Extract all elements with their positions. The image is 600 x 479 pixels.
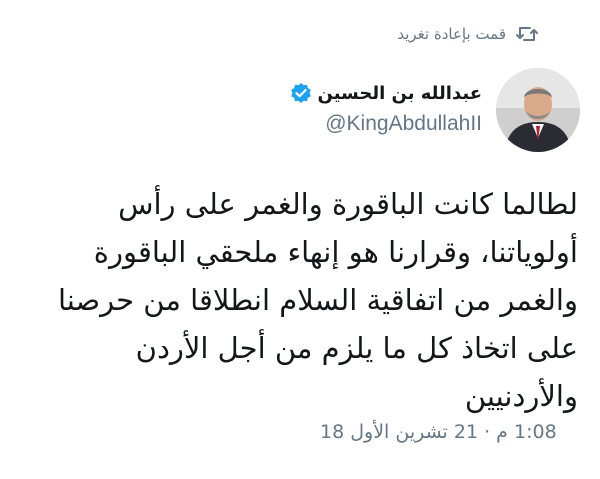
tweet-timestamp[interactable]: 1:08 م · 21 تشرين الأول 18 xyxy=(320,421,557,443)
avatar-photo xyxy=(496,68,580,152)
retweet-label: قمت بإعادة تغريد xyxy=(397,25,506,43)
display-name[interactable]: عبدالله بن الحسين xyxy=(318,83,483,104)
author-name-row[interactable]: عبدالله بن الحسين xyxy=(290,80,483,106)
tweet-header: عبدالله بن الحسين @KingAbdullahII xyxy=(290,80,483,136)
retweet-icon xyxy=(516,25,538,43)
verified-badge-icon xyxy=(290,82,312,104)
avatar[interactable] xyxy=(496,68,580,152)
author-handle[interactable]: @KingAbdullahII xyxy=(290,112,482,136)
tweet-text: لطالما كانت الباقورة والغمر على رأس أولو… xyxy=(57,187,578,413)
tweet-card[interactable]: قمت بإعادة تغريد عبدالله بن الحسين @King… xyxy=(0,0,600,479)
retweet-context: قمت بإعادة تغريد xyxy=(397,22,538,46)
